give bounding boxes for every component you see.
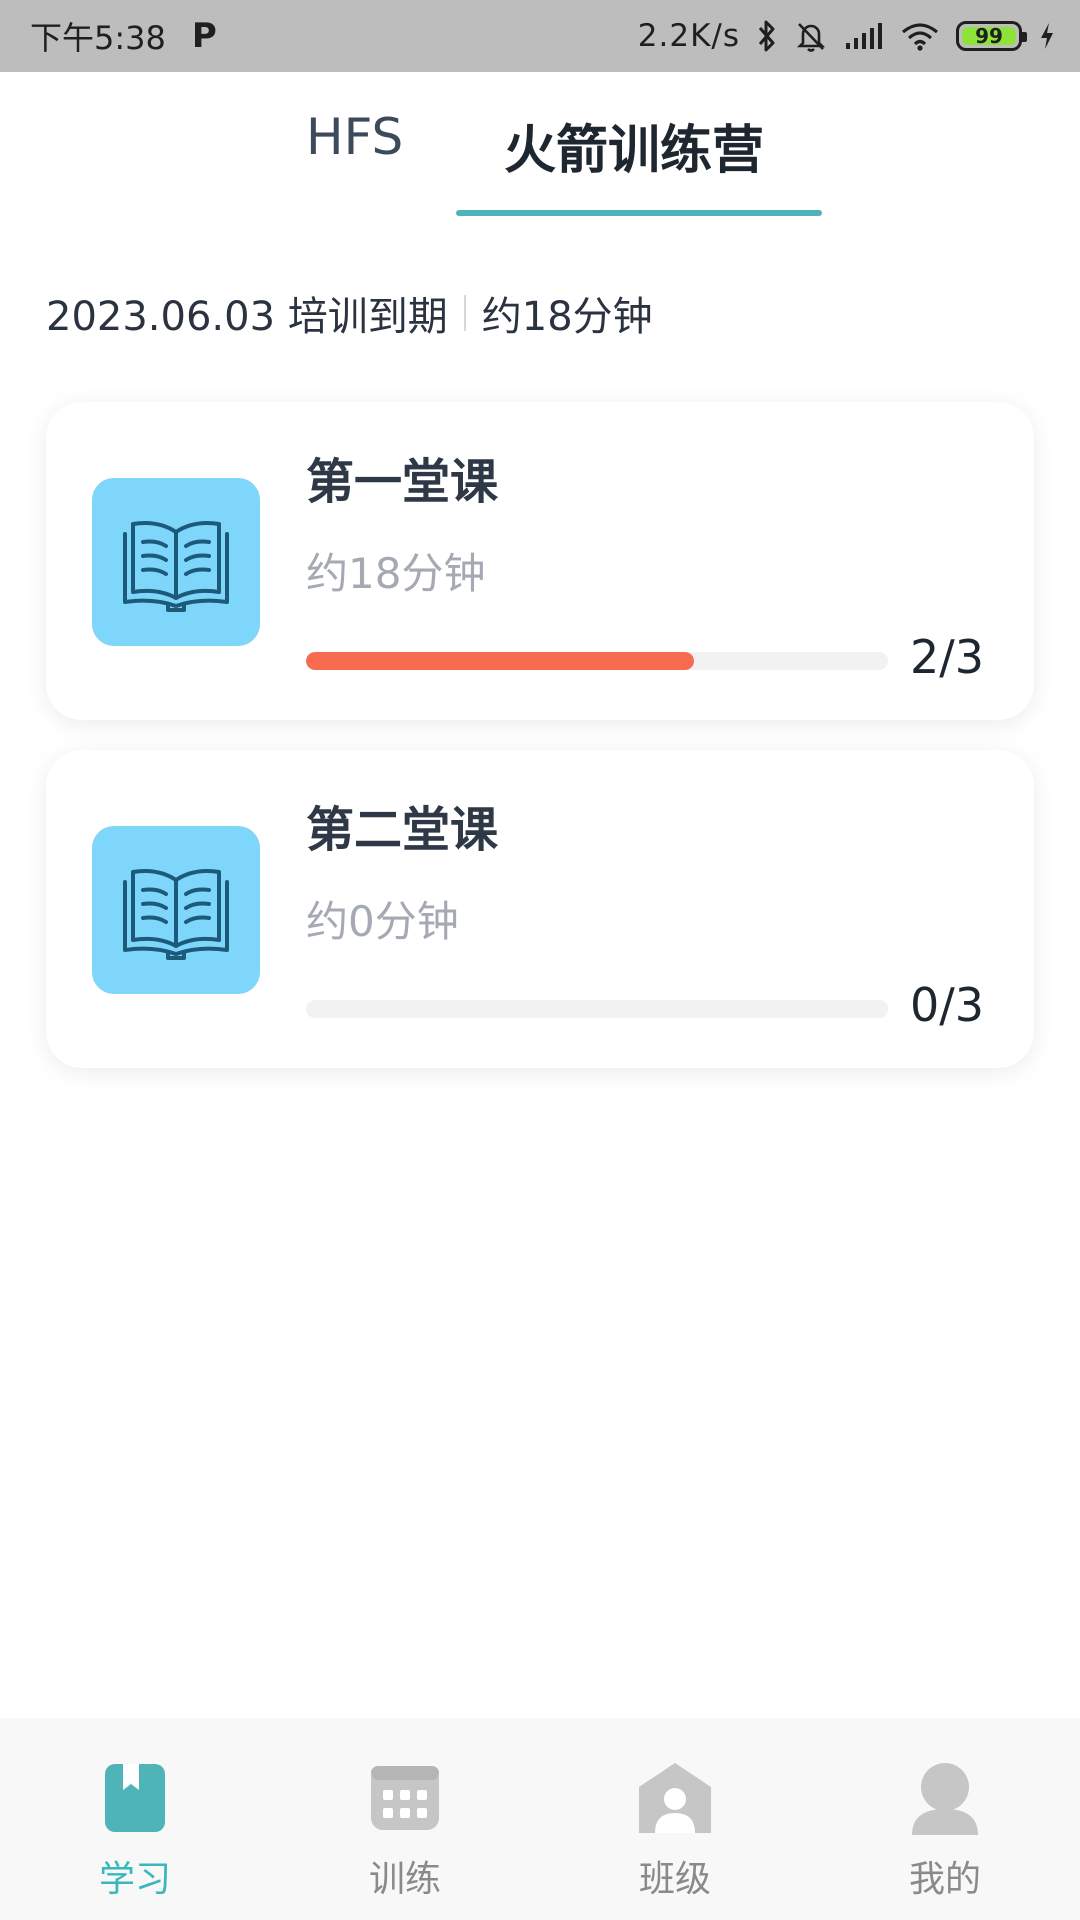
class-house-icon bbox=[637, 1760, 713, 1836]
calendar-grid-icon bbox=[367, 1760, 443, 1836]
nav-item-mine[interactable]: 我的 bbox=[845, 1718, 1045, 1920]
network-speed: 2.2K/s bbox=[637, 18, 740, 54]
progress-fill bbox=[306, 652, 695, 670]
progress-count: 2/3 bbox=[909, 630, 984, 684]
app-notification-icon: P bbox=[191, 16, 217, 56]
bluetooth-icon bbox=[756, 19, 778, 53]
status-bar: 下午5:38 P 2.2K/s 99 bbox=[0, 0, 1080, 72]
info-divider bbox=[463, 295, 466, 331]
charging-icon bbox=[1038, 21, 1056, 51]
battery-level: 99 bbox=[975, 24, 1003, 48]
status-right: 2.2K/s 99 bbox=[638, 18, 1056, 54]
course-title: 第二堂课 bbox=[306, 802, 499, 858]
progress-count: 0/3 bbox=[909, 978, 984, 1032]
nav-label: 学习 bbox=[98, 1859, 171, 1900]
training-expiry: 2023.06.03 培训到期 bbox=[46, 294, 448, 340]
battery-icon: 99 bbox=[956, 21, 1027, 51]
training-duration: 约18分钟 bbox=[481, 294, 653, 340]
nav-label: 我的 bbox=[908, 1859, 981, 1900]
tab-hfs[interactable]: HFS bbox=[306, 108, 403, 166]
nav-item-study[interactable]: 学习 bbox=[35, 1718, 235, 1920]
study-book-icon bbox=[97, 1760, 173, 1836]
course-duration: 约0分钟 bbox=[306, 897, 459, 946]
course-card[interactable]: 第一堂课 约18分钟 2/3 bbox=[46, 402, 1034, 720]
status-left: 下午5:38 P bbox=[30, 13, 217, 59]
nav-item-class[interactable]: 班级 bbox=[575, 1718, 775, 1920]
nav-label: 班级 bbox=[638, 1859, 711, 1900]
status-time: 下午5:38 bbox=[30, 19, 166, 57]
nav-label: 训练 bbox=[368, 1859, 441, 1900]
nav-item-training[interactable]: 训练 bbox=[305, 1718, 505, 1920]
active-tab-indicator bbox=[456, 210, 822, 216]
wifi-icon bbox=[900, 21, 940, 51]
progress-bar bbox=[306, 1000, 888, 1018]
open-book-icon bbox=[92, 478, 260, 646]
course-title: 第一堂课 bbox=[306, 454, 499, 510]
course-card[interactable]: 第二堂课 约0分钟 0/3 bbox=[46, 750, 1034, 1068]
signal-icon bbox=[844, 21, 884, 51]
progress-bar bbox=[306, 652, 888, 670]
mute-icon bbox=[794, 19, 828, 53]
tab-rocket-camp[interactable]: 火箭训练营 bbox=[504, 108, 764, 183]
course-duration: 约18分钟 bbox=[306, 549, 486, 598]
top-tabs: HFS 火箭训练营 bbox=[0, 72, 1080, 222]
profile-person-icon bbox=[907, 1760, 983, 1836]
open-book-icon bbox=[92, 826, 260, 994]
bottom-nav: 学习 训练 班级 我的 bbox=[0, 1718, 1080, 1920]
training-info: 2023.06.03 培训到期 约18分钟 bbox=[46, 284, 653, 342]
